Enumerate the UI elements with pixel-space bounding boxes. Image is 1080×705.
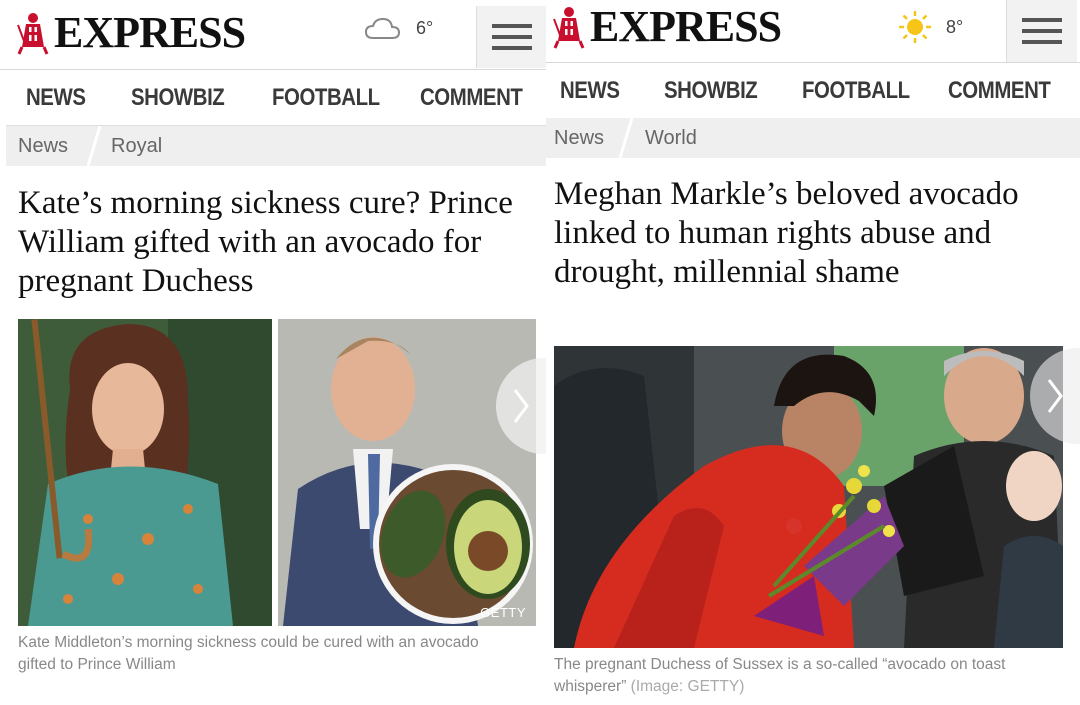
nav-showbiz[interactable]: SHOWBIZ bbox=[131, 84, 225, 112]
caption-credit: (Image: GETTY) bbox=[630, 678, 745, 695]
image-credit: GETTY bbox=[480, 605, 526, 620]
site-header: EXPRESS 6° bbox=[0, 0, 546, 70]
hamburger-menu-icon bbox=[1022, 18, 1062, 44]
chevron-right-icon bbox=[513, 389, 529, 423]
breadcrumb-divider bbox=[86, 126, 102, 166]
caption-text: The pregnant Duchess of Sussex is a so-c… bbox=[554, 656, 1006, 695]
article-screenshot-left: EXPRESS 6° NEWS SHOWBIZ FOOTBALL COMMENT… bbox=[0, 0, 546, 705]
breadcrumb-royal[interactable]: Royal bbox=[111, 135, 162, 158]
express-logo[interactable]: EXPRESS bbox=[16, 8, 246, 58]
nav-showbiz[interactable]: SHOWBIZ bbox=[664, 77, 758, 105]
temperature: 6° bbox=[416, 17, 434, 38]
logo-wordmark: EXPRESS bbox=[590, 2, 782, 51]
breadcrumb-news[interactable]: News bbox=[554, 127, 604, 150]
article-image[interactable] bbox=[554, 346, 1063, 648]
temperature: 8° bbox=[946, 16, 964, 37]
hamburger-menu-icon bbox=[492, 24, 532, 50]
menu-button[interactable] bbox=[1006, 0, 1077, 62]
menu-button[interactable] bbox=[476, 6, 546, 68]
breadcrumb: News Royal bbox=[6, 126, 546, 166]
chevron-right-icon bbox=[1047, 379, 1063, 413]
sun-icon bbox=[899, 11, 931, 43]
breadcrumb: News World bbox=[546, 118, 1080, 158]
image-caption: The pregnant Duchess of Sussex is a so-c… bbox=[554, 654, 1064, 698]
breadcrumb-world[interactable]: World bbox=[645, 127, 697, 150]
article-image[interactable]: GETTY bbox=[18, 319, 536, 626]
weather-widget[interactable]: 6° bbox=[364, 16, 433, 40]
kate-william-avocado-photo bbox=[18, 319, 536, 626]
meghan-crowd-photo bbox=[554, 346, 1063, 648]
nav-football[interactable]: FOOTBALL bbox=[802, 77, 910, 105]
article-headline: Meghan Markle’s beloved avocado linked t… bbox=[554, 176, 1019, 290]
article-headline: Kate’s morning sickness cure? Prince Wil… bbox=[18, 185, 513, 299]
nav-news[interactable]: NEWS bbox=[560, 77, 620, 105]
nav-football[interactable]: FOOTBALL bbox=[272, 84, 380, 112]
site-header: EXPRESS 8° bbox=[546, 0, 1080, 63]
image-caption: Kate Middleton’s morning sickness could … bbox=[18, 634, 479, 673]
breadcrumb-news[interactable]: News bbox=[18, 135, 68, 158]
section-nav: NEWS SHOWBIZ FOOTBALL COMMENT bbox=[6, 70, 546, 126]
section-nav: NEWS SHOWBIZ FOOTBALL COMMENT bbox=[546, 63, 1080, 119]
cloud-icon bbox=[364, 17, 401, 39]
crusader-logo-icon bbox=[17, 13, 49, 55]
nav-comment[interactable]: COMMENT bbox=[948, 77, 1051, 105]
article-screenshot-right: EXPRESS 8° NEWS SHOWBIZ FOOTBALL COMMENT… bbox=[546, 0, 1080, 705]
nav-comment[interactable]: COMMENT bbox=[420, 84, 523, 112]
crusader-logo-icon bbox=[553, 7, 585, 49]
weather-widget[interactable]: 8° bbox=[898, 10, 963, 44]
breadcrumb-divider bbox=[618, 118, 634, 158]
express-logo[interactable]: EXPRESS bbox=[552, 2, 782, 52]
nav-news[interactable]: NEWS bbox=[26, 84, 86, 112]
logo-wordmark: EXPRESS bbox=[54, 8, 246, 57]
